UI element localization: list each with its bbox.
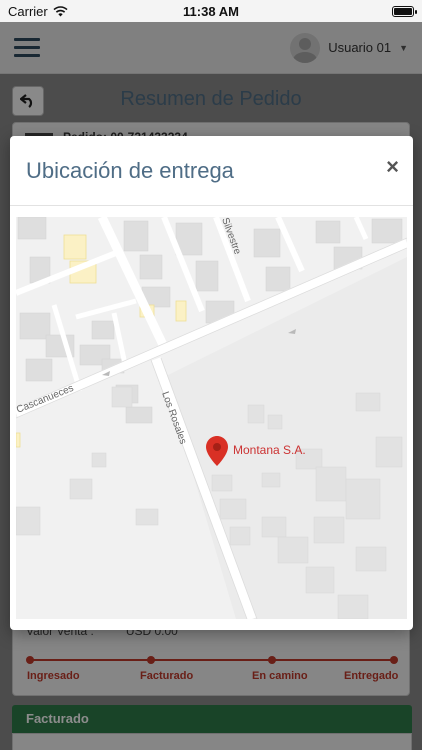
delivery-map[interactable]: Cascanueces Los Rosales Silvestre Montan… xyxy=(16,217,407,619)
map-canvas: Cascanueces Los Rosales Silvestre xyxy=(16,217,407,619)
close-icon[interactable]: × xyxy=(386,156,399,178)
wifi-icon xyxy=(53,5,68,16)
carrier-label: Carrier xyxy=(8,3,48,19)
map-pin-icon[interactable] xyxy=(206,436,228,466)
delivery-location-modal: Ubicación de entrega × Cascanueces Los R… xyxy=(10,136,413,630)
status-bar: Carrier 11:38 AM xyxy=(0,0,422,22)
map-marker-label: Montana S.A. xyxy=(233,443,306,457)
modal-header: Ubicación de entrega × xyxy=(10,136,413,206)
battery-icon xyxy=(392,5,417,17)
modal-title: Ubicación de entrega xyxy=(26,158,234,183)
